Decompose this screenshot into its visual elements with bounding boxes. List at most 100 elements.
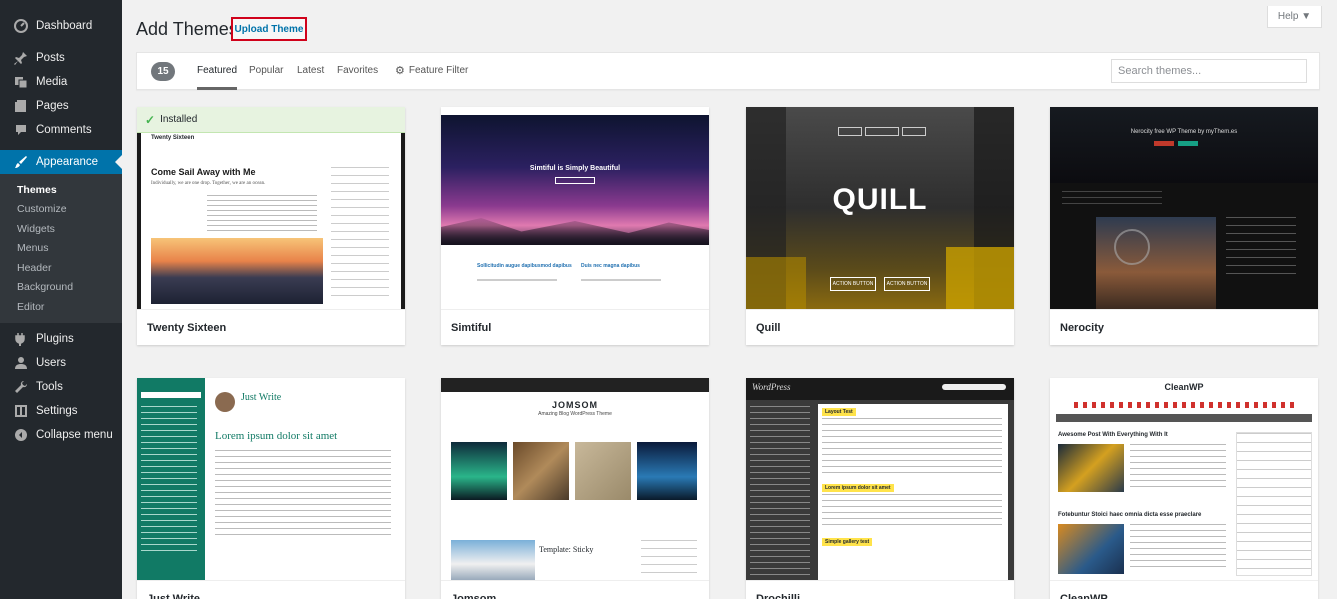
- preview-logo: QUILL: [832, 183, 928, 216]
- preview-headline: Nerocity free WP Theme by myThem.es: [1130, 129, 1238, 135]
- menu-media-label: Media: [36, 76, 68, 88]
- help-tab-button[interactable]: Help ▼: [1267, 6, 1322, 28]
- theme-card-cleanwp[interactable]: CleanWP Awesome Post With Everything Wit…: [1050, 378, 1318, 599]
- theme-screenshot: WordPress Layout Test Lorem ipsum dolor …: [746, 378, 1014, 580]
- theme-screenshot: JOMSOM Amazing Blog WordPress Theme Temp…: [441, 378, 709, 580]
- comment-icon: [14, 123, 30, 137]
- preview-site-title: CleanWP: [1164, 382, 1204, 392]
- user-icon: [14, 356, 30, 370]
- preview-headline: Simtiful is Simply Beautiful: [529, 165, 621, 172]
- theme-card-nerocity[interactable]: Nerocity free WP Theme by myThem.es Nero…: [1050, 107, 1318, 345]
- theme-screenshot: Nerocity free WP Theme by myThem.es: [1050, 107, 1318, 309]
- appearance-submenu: Themes Customize Widgets Menus Header Ba…: [0, 174, 122, 323]
- page-title: Add Themes: [136, 19, 238, 39]
- preview-post-2: Duis nec magna dapibus: [581, 263, 640, 269]
- tab-latest[interactable]: Latest: [297, 65, 324, 76]
- preview-site-title: Twenty Sixteen: [151, 135, 195, 141]
- submenu-menus[interactable]: Menus: [0, 239, 122, 259]
- page-icon: [14, 99, 30, 113]
- menu-tools-label: Tools: [36, 380, 63, 393]
- theme-name: Simtiful: [441, 309, 709, 345]
- theme-filter-bar: 15 Featured Popular Latest Favorites ⚙ F…: [136, 52, 1320, 90]
- checkmark-icon: ✓: [145, 112, 156, 127]
- theme-screenshot: Twenty Sixteen Come Sail Away with Me In…: [137, 107, 405, 309]
- menu-comments-label: Comments: [36, 124, 92, 136]
- theme-screenshot: Simtiful is Simply Beautiful Sollicitudi…: [441, 107, 709, 309]
- admin-sidebar: Dashboard Posts Media Pages Comments App…: [0, 0, 122, 599]
- dashboard-icon: [14, 19, 30, 33]
- theme-card-simtiful[interactable]: Simtiful is Simply Beautiful Sollicitudi…: [441, 107, 709, 345]
- menu-users[interactable]: Users: [0, 351, 122, 375]
- preview-action-button-1: ACTION BUTTON: [830, 277, 876, 291]
- tab-favorites[interactable]: Favorites: [337, 65, 378, 76]
- preview-tagline: Amazing Blog WordPress Theme: [538, 411, 612, 417]
- preview-headline: Lorem ipsum dolor sit amet: [215, 430, 338, 442]
- preview-sunset-image: [151, 238, 323, 304]
- submenu-background[interactable]: Background: [0, 278, 122, 298]
- theme-name: Quill: [746, 309, 1014, 345]
- preview-box-2: Lorem ipsum dolor sit amet: [822, 484, 894, 492]
- pin-icon: [14, 51, 30, 65]
- menu-media[interactable]: Media: [0, 70, 122, 94]
- menu-posts-label: Posts: [36, 52, 65, 64]
- preview-post-1: Sollicitudin augue dapibusmod dapibus: [477, 263, 572, 269]
- menu-pages[interactable]: Pages: [0, 94, 122, 118]
- theme-card-drochilli[interactable]: WordPress Layout Test Lorem ipsum dolor …: [746, 378, 1014, 599]
- theme-name: CleanWP: [1050, 580, 1318, 599]
- installed-label: Installed: [160, 114, 198, 125]
- menu-comments[interactable]: Comments: [0, 118, 122, 142]
- menu-plugins-label: Plugins: [36, 332, 74, 345]
- menu-appearance[interactable]: Appearance: [0, 150, 122, 174]
- menu-users-label: Users: [36, 356, 67, 369]
- theme-screenshot: Just Write Lorem ipsum dolor sit amet: [137, 378, 405, 580]
- theme-name: Twenty Sixteen: [137, 309, 405, 345]
- tab-featured[interactable]: Featured: [197, 65, 238, 90]
- submenu-header[interactable]: Header: [0, 258, 122, 278]
- preview-sticky-title: Template: Sticky: [539, 545, 594, 554]
- menu-pages-label: Pages: [36, 100, 69, 112]
- submenu-editor[interactable]: Editor: [0, 297, 122, 317]
- theme-name: Jomsom: [441, 580, 709, 599]
- preview-action-button-2: ACTION BUTTON: [884, 277, 930, 291]
- menu-settings-label: Settings: [36, 404, 78, 417]
- menu-collapse-label: Collapse menu: [36, 428, 113, 441]
- preview-box-3: Simple gallery test: [822, 538, 873, 546]
- media-icon: [14, 75, 30, 89]
- menu-appearance-label: Appearance: [36, 156, 99, 168]
- submenu-customize[interactable]: Customize: [0, 200, 122, 220]
- theme-name: Just Write: [137, 580, 405, 599]
- upload-theme-button[interactable]: Upload Theme: [231, 17, 307, 41]
- submenu-widgets[interactable]: Widgets: [0, 219, 122, 239]
- preview-site-title: WordPress: [752, 382, 791, 392]
- feature-filter-button[interactable]: ⚙ Feature Filter: [395, 64, 468, 77]
- preview-post-1: Awesome Post With Everything With It: [1058, 432, 1168, 438]
- menu-posts[interactable]: Posts: [0, 46, 122, 70]
- theme-screenshot: CleanWP Awesome Post With Everything Wit…: [1050, 378, 1318, 580]
- theme-card-quill[interactable]: QUILL ACTION BUTTON ACTION BUTTON Quill: [746, 107, 1014, 345]
- theme-name: Nerocity: [1050, 309, 1318, 345]
- submenu-themes[interactable]: Themes: [0, 180, 122, 200]
- preview-site-title: Just Write: [241, 392, 282, 403]
- preview-post-2: Fotebuntur Stoici haec omnia dicta esse …: [1058, 512, 1202, 518]
- menu-dashboard[interactable]: Dashboard: [0, 14, 122, 38]
- plug-icon: [14, 332, 30, 346]
- installed-badge: ✓ Installed: [137, 107, 405, 133]
- theme-screenshot: QUILL ACTION BUTTON ACTION BUTTON: [746, 107, 1014, 309]
- theme-card-just-write[interactable]: Just Write Lorem ipsum dolor sit amet Ju…: [137, 378, 405, 599]
- theme-count-badge: 15: [151, 62, 175, 81]
- brush-icon: [14, 155, 30, 169]
- gear-icon: ⚙: [395, 65, 405, 77]
- tab-popular[interactable]: Popular: [249, 65, 283, 76]
- preview-box-1: Layout Test: [822, 408, 856, 416]
- menu-collapse[interactable]: Collapse menu: [0, 423, 122, 447]
- menu-plugins[interactable]: Plugins: [0, 327, 122, 351]
- menu-settings[interactable]: Settings: [0, 399, 122, 423]
- preview-site-title: JOMSOM: [551, 400, 598, 410]
- menu-tools[interactable]: Tools: [0, 375, 122, 399]
- theme-card-twenty-sixteen[interactable]: Twenty Sixteen Come Sail Away with Me In…: [137, 107, 405, 345]
- feature-filter-label: Feature Filter: [408, 65, 469, 76]
- theme-card-jomsom[interactable]: JOMSOM Amazing Blog WordPress Theme Temp…: [441, 378, 709, 599]
- search-themes-input[interactable]: [1111, 59, 1307, 83]
- theme-name: Drochilli: [746, 580, 1014, 599]
- wrench-icon: [14, 380, 30, 394]
